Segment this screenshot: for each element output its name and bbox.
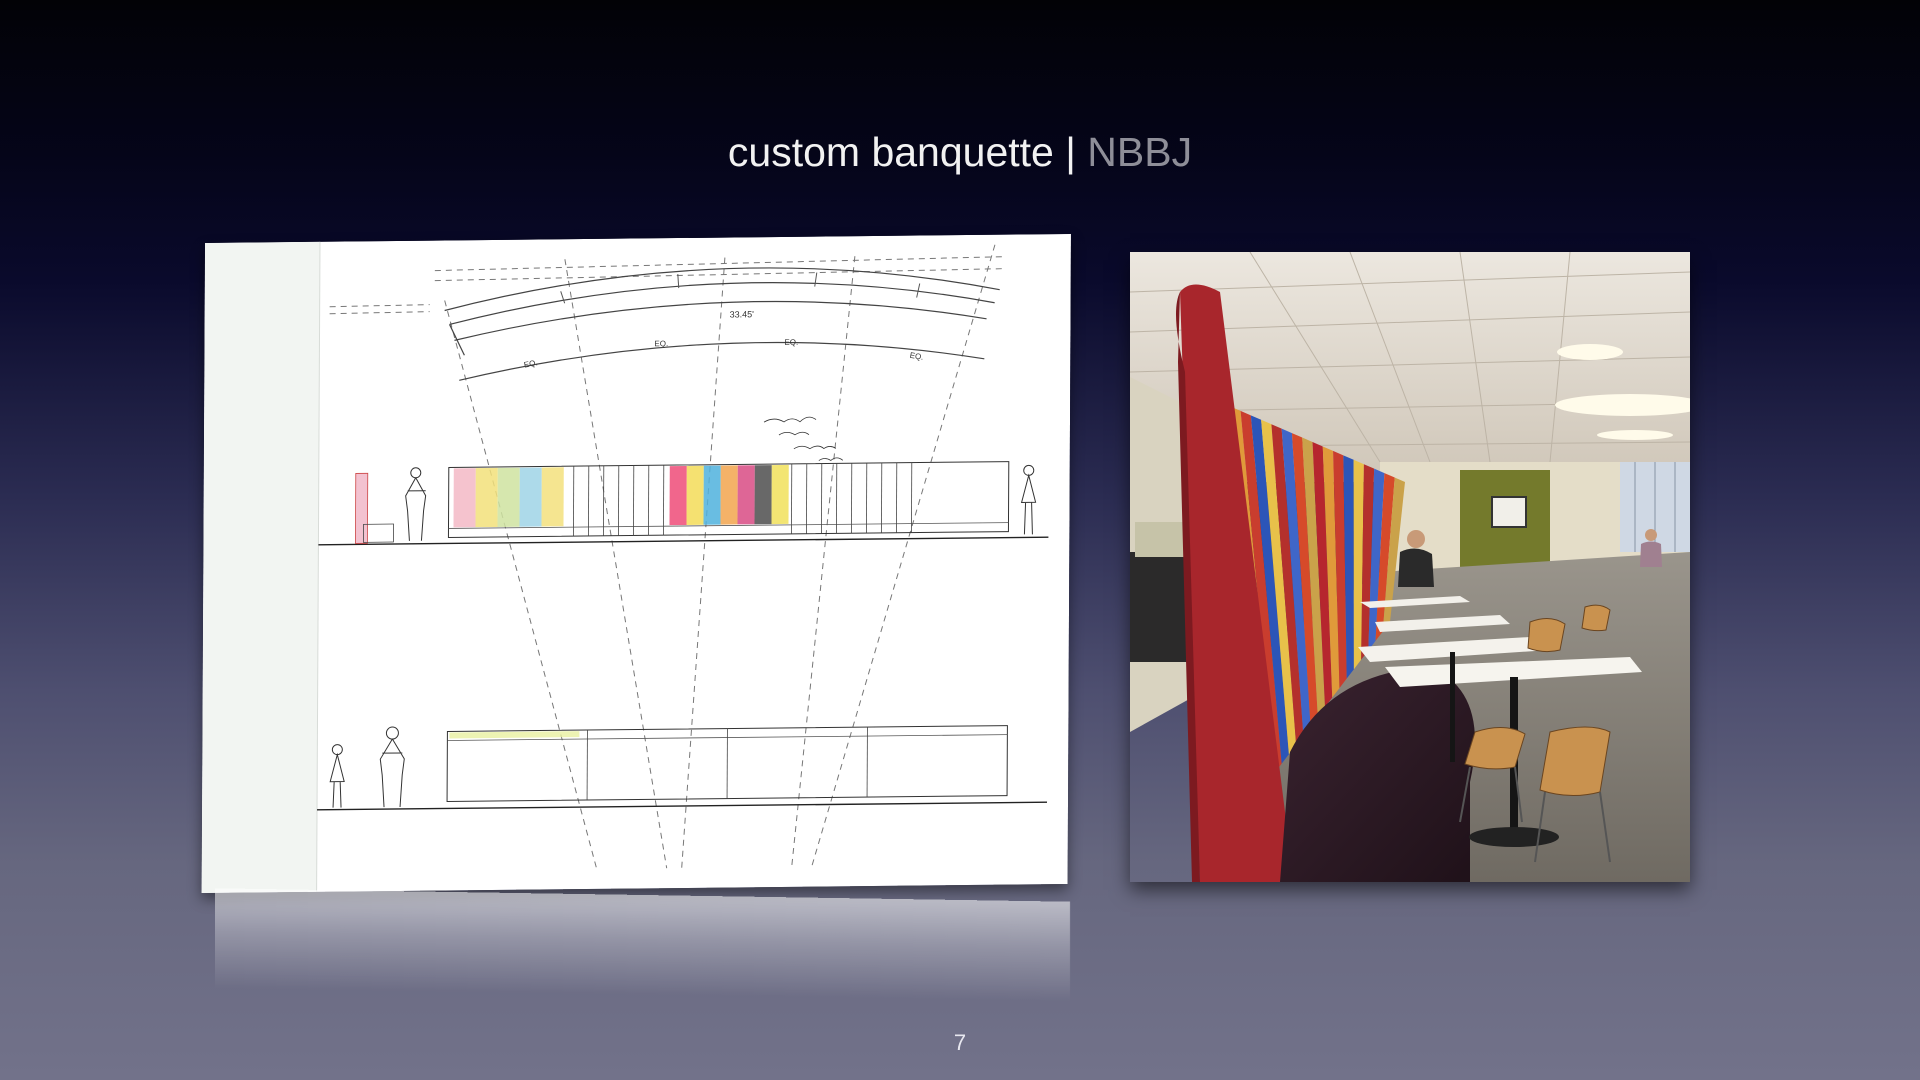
drawing-margin-strip (201, 241, 320, 894)
drawing-sheet (201, 233, 1071, 894)
drawing-stripe-5 (541, 467, 564, 527)
drawing-reflection (215, 888, 1070, 1002)
drawing-stripe-2 (475, 467, 498, 528)
ceiling-light-1 (1557, 344, 1623, 360)
drawing-stripe-b-6 (754, 465, 772, 525)
drawing-stripe-b-1 (669, 465, 687, 526)
eq-label-3: EQ. (784, 338, 798, 347)
ceiling-light-3 (1597, 430, 1673, 440)
banquette-photo (1130, 252, 1690, 882)
title-main: custom banquette | (727, 129, 1088, 175)
dimension-label: 33.45' (730, 309, 755, 319)
drawing-stripe-1 (453, 468, 476, 528)
elevation-drawing-frame: 33.45' EQ. EQ. EQ. EQ. (201, 233, 1071, 894)
drawing-stripe-4 (519, 467, 542, 527)
stripe-group-2 (669, 464, 789, 526)
drawing-stripe-b-4 (720, 465, 738, 525)
page-number: 7 (953, 1030, 967, 1055)
end-panel (355, 472, 369, 544)
drawing-stripe-3 (497, 467, 520, 527)
drawing-stripe-b-2 (686, 465, 704, 525)
stripe-group-1 (453, 467, 564, 528)
framed-artwork (1491, 496, 1527, 528)
drawing-stripe-b-7 (771, 464, 789, 525)
slide-title: custom banquette | NBBJ (0, 126, 1920, 178)
drawing-stripe-b-5 (737, 465, 755, 525)
title-accent: NBBJ (1087, 129, 1193, 175)
drawing-stripe-b-3 (703, 465, 721, 525)
eq-label-2: EQ. (654, 339, 668, 348)
elevation-drawing: 33.45' EQ. EQ. EQ. EQ. (201, 233, 1071, 894)
